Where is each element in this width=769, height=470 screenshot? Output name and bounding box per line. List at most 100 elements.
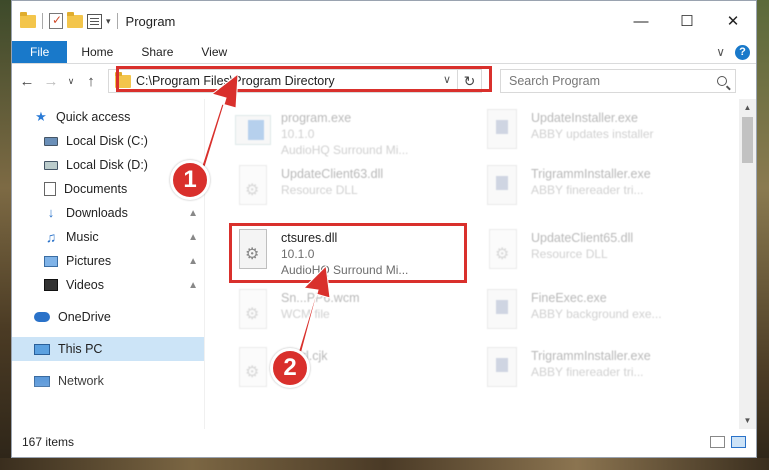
file-detail: Resource DLL	[281, 183, 358, 197]
sidebar-item-network[interactable]: Network	[12, 369, 204, 393]
sidebar-item-label: OneDrive	[58, 310, 111, 324]
close-button[interactable]: ✕	[710, 1, 756, 41]
refresh-icon[interactable]: ↻	[457, 70, 481, 92]
tab-home[interactable]: Home	[67, 41, 127, 63]
title-bar: ▾ Program — ☐ ✕	[12, 1, 756, 41]
sidebar-item-this-pc[interactable]: This PC	[12, 337, 204, 361]
vertical-scrollbar[interactable]: ▲ ▼	[739, 99, 756, 429]
maximize-button[interactable]: ☐	[664, 1, 710, 41]
window-controls: — ☐ ✕	[618, 1, 756, 41]
file-name: Sn...PP6.wcm	[281, 291, 360, 305]
tab-file[interactable]: File	[12, 41, 68, 63]
music-note-icon: ♫	[45, 229, 57, 245]
sidebar-item-onedrive[interactable]: OneDrive	[12, 305, 204, 329]
ribbon-tabs: File Home Share View ∨ ?	[12, 41, 756, 64]
sidebar-item-pictures[interactable]: Pictures ▲	[12, 249, 204, 273]
back-arrow-icon[interactable]: ←	[18, 73, 36, 90]
status-bar: 167 items	[12, 427, 756, 457]
properties-check-icon[interactable]	[49, 13, 63, 29]
file-name: TrigrammInstaller.exe	[531, 167, 651, 181]
drive-icon	[44, 160, 58, 170]
computer-icon	[34, 343, 50, 355]
details-view-icon[interactable]	[710, 436, 725, 448]
sidebar-item-label: Videos	[66, 278, 104, 292]
installer-icon	[487, 165, 517, 205]
sidebar-item-label: Network	[58, 374, 104, 388]
pin-icon[interactable]: ▲	[188, 232, 198, 243]
sidebar-item-music[interactable]: ♫ Music ▲	[12, 225, 204, 249]
scroll-up-arrow-icon[interactable]: ▲	[739, 99, 756, 116]
file-item-ctsures-dll[interactable]: ctsures.dll 10.1.0 AudioHQ Surround Mi..…	[233, 227, 463, 283]
toolbar-divider	[116, 13, 118, 29]
large-icons-view-icon[interactable]	[731, 436, 746, 448]
sidebar-item-label: Pictures	[66, 254, 112, 268]
help-icon[interactable]: ?	[735, 44, 750, 60]
file-item[interactable]: TrigrammInstaller.exe ABBY finereader tr…	[483, 163, 713, 219]
new-folder-icon[interactable]	[67, 11, 83, 28]
quick-access-toolbar: ▾	[12, 11, 120, 29]
file-name: UpdateClient65.dll	[531, 231, 634, 245]
file-name: UpdateClient63.dll	[281, 167, 384, 181]
explorer-window: ▾ Program — ☐ ✕ File Home Share View ∨ ?…	[11, 0, 757, 458]
address-path[interactable]: C:\Program Files\Program Directory	[136, 74, 335, 88]
toolbar-divider	[42, 13, 43, 29]
sidebar-item-label: Downloads	[66, 206, 128, 220]
file-item[interactable]: UpdateClient63.dll Resource DLL	[233, 163, 463, 219]
drive-icon	[44, 136, 58, 146]
film-strip-icon	[44, 279, 58, 291]
network-icon	[34, 375, 50, 387]
file-item[interactable]: ...ntrl.cjk ...	[233, 345, 463, 401]
dll-file-icon	[489, 229, 517, 269]
file-detail: ABBY updates installer	[531, 127, 654, 141]
desktop-background-right	[757, 0, 769, 470]
file-item[interactable]: UpdateInstaller.exe ABBY updates install…	[483, 107, 713, 163]
file-item[interactable]: program.exe 10.1.0 AudioHQ Surround Mi..…	[233, 107, 463, 163]
sidebar-item-local-disk-c[interactable]: Local Disk (C:)	[12, 129, 204, 153]
file-item[interactable]: UpdateClient65.dll Resource DLL	[483, 227, 713, 283]
folder-icon	[20, 11, 36, 28]
tab-view[interactable]: View	[187, 41, 241, 63]
sidebar-item-quick-access[interactable]: ★ Quick access	[12, 105, 204, 129]
installer-icon	[487, 347, 517, 387]
address-dropdown-chevron-icon[interactable]: ∨	[443, 73, 451, 86]
file-icon	[239, 289, 267, 329]
expand-ribbon-chevron-icon[interactable]: ∨	[716, 45, 725, 59]
minimize-button[interactable]: —	[618, 1, 664, 41]
file-name: UpdateInstaller.exe	[531, 111, 639, 125]
pin-icon[interactable]: ▲	[188, 280, 198, 291]
executable-icon	[235, 115, 271, 145]
search-box[interactable]: Search Program	[500, 69, 736, 93]
address-folder-icon	[115, 71, 131, 88]
customize-toolbar-chevron-icon[interactable]: ▾	[106, 16, 111, 27]
file-item[interactable]: Sn...PP6.wcm WCM file	[233, 287, 463, 343]
documents-icon	[44, 182, 56, 196]
file-detail: WCM file	[281, 307, 330, 321]
sidebar-item-label: Local Disk (C:)	[66, 134, 148, 148]
file-item[interactable]: TrigrammInstaller.exe ABBY finereader tr…	[483, 345, 713, 401]
sidebar-item-videos[interactable]: Videos ▲	[12, 273, 204, 297]
forward-arrow-icon[interactable]: →	[42, 73, 60, 90]
scrollbar-thumb[interactable]	[742, 117, 753, 163]
pin-icon[interactable]: ▲	[188, 208, 198, 219]
up-arrow-icon[interactable]: ↑	[82, 73, 100, 90]
search-icon[interactable]	[717, 76, 727, 86]
file-item[interactable]: FineExec.exe ABBY background exe...	[483, 287, 713, 343]
file-detail: ABBY finereader tri...	[531, 365, 644, 379]
sidebar-item-downloads[interactable]: ↓ Downloads ▲	[12, 201, 204, 225]
file-name: program.exe	[281, 111, 352, 125]
navigation-pane: ★ Quick access Local Disk (C:) Local Dis…	[12, 99, 205, 429]
window-title: Program	[125, 13, 176, 29]
address-bar[interactable]: C:\Program Files\Program Directory ∨ ↻	[108, 69, 482, 93]
recent-locations-chevron-icon[interactable]: ∨	[66, 76, 76, 87]
main-body: ★ Quick access Local Disk (C:) Local Dis…	[12, 99, 756, 429]
properties-icon[interactable]	[87, 13, 102, 29]
callout-badge-2: 2	[270, 348, 310, 388]
search-input[interactable]: Search Program	[509, 74, 600, 88]
file-detail: AudioHQ Surround Mi...	[281, 263, 409, 277]
file-name: FineExec.exe	[531, 291, 607, 305]
file-detail: AudioHQ Surround Mi...	[281, 143, 409, 157]
file-detail: 10.1.0	[281, 127, 315, 141]
tab-share[interactable]: Share	[127, 41, 187, 63]
pin-icon[interactable]: ▲	[188, 256, 198, 267]
pictures-icon	[44, 255, 58, 267]
